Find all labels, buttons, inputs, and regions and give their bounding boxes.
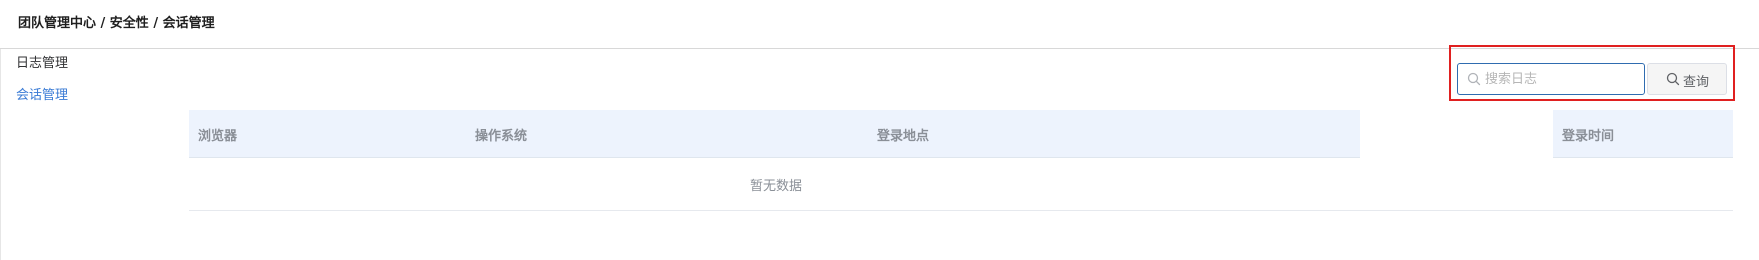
column-header-login-time[interactable]: 登录时间 <box>1562 125 1614 144</box>
sidebar-item-log-management[interactable]: 日志管理 <box>16 52 68 71</box>
column-header-location[interactable]: 登录地点 <box>877 125 929 144</box>
sidebar-item-session-management[interactable]: 会话管理 <box>16 84 68 103</box>
page-header: 团队管理中心 / 安全性 / 会话管理 <box>0 0 1759 49</box>
table-empty-row: 暂无数据 <box>189 158 1733 211</box>
search-icon <box>1666 72 1680 86</box>
breadcrumb: 团队管理中心 / 安全性 / 会话管理 <box>18 16 215 31</box>
search-input[interactable] <box>1485 67 1635 91</box>
query-button[interactable]: 查询 <box>1647 63 1727 95</box>
table-header-fixed-column: 登录时间 <box>1553 110 1733 158</box>
search-icon <box>1467 72 1481 86</box>
empty-state-text: 暂无数据 <box>750 179 803 194</box>
search-input-wrapper[interactable] <box>1457 63 1645 95</box>
column-header-browser[interactable]: 浏览器 <box>198 125 237 144</box>
query-button-label: 查询 <box>1683 75 1710 90</box>
column-header-os[interactable]: 操作系统 <box>475 125 527 144</box>
left-divider <box>0 49 1 260</box>
table-header: 浏览器 操作系统 登录地点 <box>189 110 1360 158</box>
